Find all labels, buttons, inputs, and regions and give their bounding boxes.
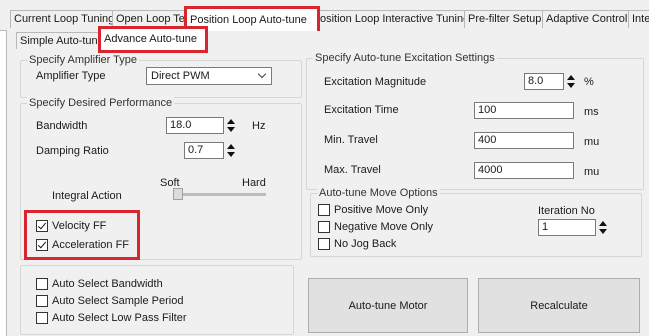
tab-label: Inte: [632, 13, 649, 25]
excitation-magnitude-value: 8.0: [528, 75, 544, 87]
arrow-up-icon[interactable]: [599, 221, 607, 226]
tab-prefilter-setup[interactable]: Pre-filter Setup: [464, 10, 548, 28]
chevron-down-icon: [257, 69, 267, 79]
tab-label: osition Loop Interactive Tuning: [320, 13, 470, 25]
auto-select-sample-period-checkbox[interactable]: [36, 295, 48, 307]
excitation-time-value: 100: [478, 104, 497, 116]
arrow-down-icon[interactable]: [599, 229, 607, 234]
damping-ratio-spinner[interactable]: [226, 142, 236, 159]
arrow-up-icon[interactable]: [227, 144, 235, 149]
tab-advance-autotune[interactable]: Advance Auto-tune: [98, 26, 208, 53]
iteration-value: 1: [542, 221, 549, 233]
damping-ratio-input[interactable]: 0.7: [184, 142, 224, 159]
negative-move-checkbox[interactable]: [318, 221, 330, 233]
max-travel-value: 4000: [478, 164, 503, 176]
no-jog-back-checkbox[interactable]: [318, 238, 330, 250]
tab-label: Simple Auto-tune: [20, 35, 104, 47]
bandwidth-spinner[interactable]: [226, 117, 236, 134]
autotune-motor-label: Auto-tune Motor: [348, 299, 428, 312]
bandwidth-unit: Hz: [252, 120, 266, 132]
acceleration-ff-checkbox[interactable]: [36, 239, 48, 251]
excitation-magnitude-label: Excitation Magnitude: [324, 76, 427, 88]
tab-adaptive-control[interactable]: Adaptive Control: [542, 10, 634, 28]
tab-more[interactable]: Inte: [628, 10, 649, 28]
tab-label: Adaptive Control: [546, 13, 628, 25]
min-travel-value: 400: [478, 134, 497, 146]
tab-label: Advance Auto-tune: [104, 33, 197, 45]
bandwidth-label: Bandwidth: [36, 120, 88, 132]
integral-action-slider-thumb[interactable]: [173, 188, 183, 200]
excitation-magnitude-spinner[interactable]: [566, 73, 576, 90]
arrow-up-icon[interactable]: [567, 75, 575, 80]
tab-position-loop-interactive-tuning[interactable]: osition Loop Interactive Tuning: [316, 10, 470, 28]
min-travel-input[interactable]: 400: [474, 132, 574, 149]
autotune-motor-button[interactable]: Auto-tune Motor: [308, 278, 468, 333]
auto-select-bandwidth-checkbox[interactable]: [36, 278, 48, 290]
tab-label: Pre-filter Setup: [468, 13, 542, 25]
damping-ratio-value: 0.7: [188, 144, 204, 156]
bandwidth-value: 18.0: [170, 119, 192, 131]
tab-simple-autotune[interactable]: Simple Auto-tune: [16, 32, 106, 49]
arrow-down-icon[interactable]: [567, 83, 575, 88]
tab-label: Current Loop Tuning: [14, 13, 115, 25]
amplifier-type-select[interactable]: Direct PWM: [146, 67, 272, 85]
iteration-spinner[interactable]: [598, 219, 608, 236]
positive-move-checkbox[interactable]: [318, 204, 330, 216]
recalculate-label: Recalculate: [530, 299, 588, 312]
max-travel-label: Max. Travel: [324, 164, 381, 176]
bandwidth-input[interactable]: 18.0: [166, 117, 224, 134]
iteration-input[interactable]: 1: [538, 219, 596, 236]
amplifier-type-value: Direct PWM: [151, 70, 210, 82]
arrow-up-icon[interactable]: [227, 119, 235, 124]
excitation-magnitude-unit: %: [584, 76, 594, 88]
hard-label: Hard: [242, 177, 266, 189]
excitation-time-unit: ms: [584, 106, 599, 118]
velocity-ff-label: Velocity FF: [52, 220, 107, 232]
amplifier-type-label: Amplifier Type: [36, 70, 106, 82]
excitation-magnitude-input[interactable]: 8.0: [524, 73, 564, 90]
no-jog-back-label: No Jog Back: [334, 238, 397, 250]
excitation-time-label: Excitation Time: [324, 104, 399, 116]
move-options-legend: Auto-tune Move Options: [317, 187, 440, 199]
positive-move-label: Positive Move Only: [334, 204, 429, 216]
arrow-down-icon[interactable]: [227, 127, 235, 132]
amplifier-legend: Specify Amplifier Type: [27, 54, 140, 66]
max-travel-input[interactable]: 4000: [474, 162, 574, 179]
arrow-down-icon[interactable]: [227, 152, 235, 157]
acceleration-ff-label: Acceleration FF: [52, 239, 130, 251]
tab-label: Open Loop Te: [116, 13, 185, 25]
iteration-label: Iteration No: [538, 205, 595, 217]
performance-legend: Specify Desired Performance: [27, 97, 175, 109]
velocity-ff-checkbox[interactable]: [36, 220, 48, 232]
damping-ratio-label: Damping Ratio: [36, 145, 109, 157]
max-travel-unit: mu: [584, 166, 600, 178]
auto-select-low-pass-label: Auto Select Low Pass Filter: [52, 312, 187, 324]
negative-move-label: Negative Move Only: [334, 221, 434, 233]
recalculate-button[interactable]: Recalculate: [478, 278, 640, 333]
min-travel-unit: mu: [584, 136, 600, 148]
auto-select-sample-period-label: Auto Select Sample Period: [52, 295, 184, 307]
excitation-legend: Specify Auto-tune Excitation Settings: [313, 52, 497, 64]
tab-label: Position Loop Auto-tune: [190, 14, 307, 26]
min-travel-label: Min. Travel: [324, 134, 378, 146]
auto-select-bandwidth-label: Auto Select Bandwidth: [52, 278, 163, 290]
integral-action-label: Integral Action: [52, 190, 122, 202]
excitation-time-input[interactable]: 100: [474, 102, 574, 119]
integral-action-slider[interactable]: [176, 193, 266, 196]
auto-select-low-pass-checkbox[interactable]: [36, 312, 48, 324]
